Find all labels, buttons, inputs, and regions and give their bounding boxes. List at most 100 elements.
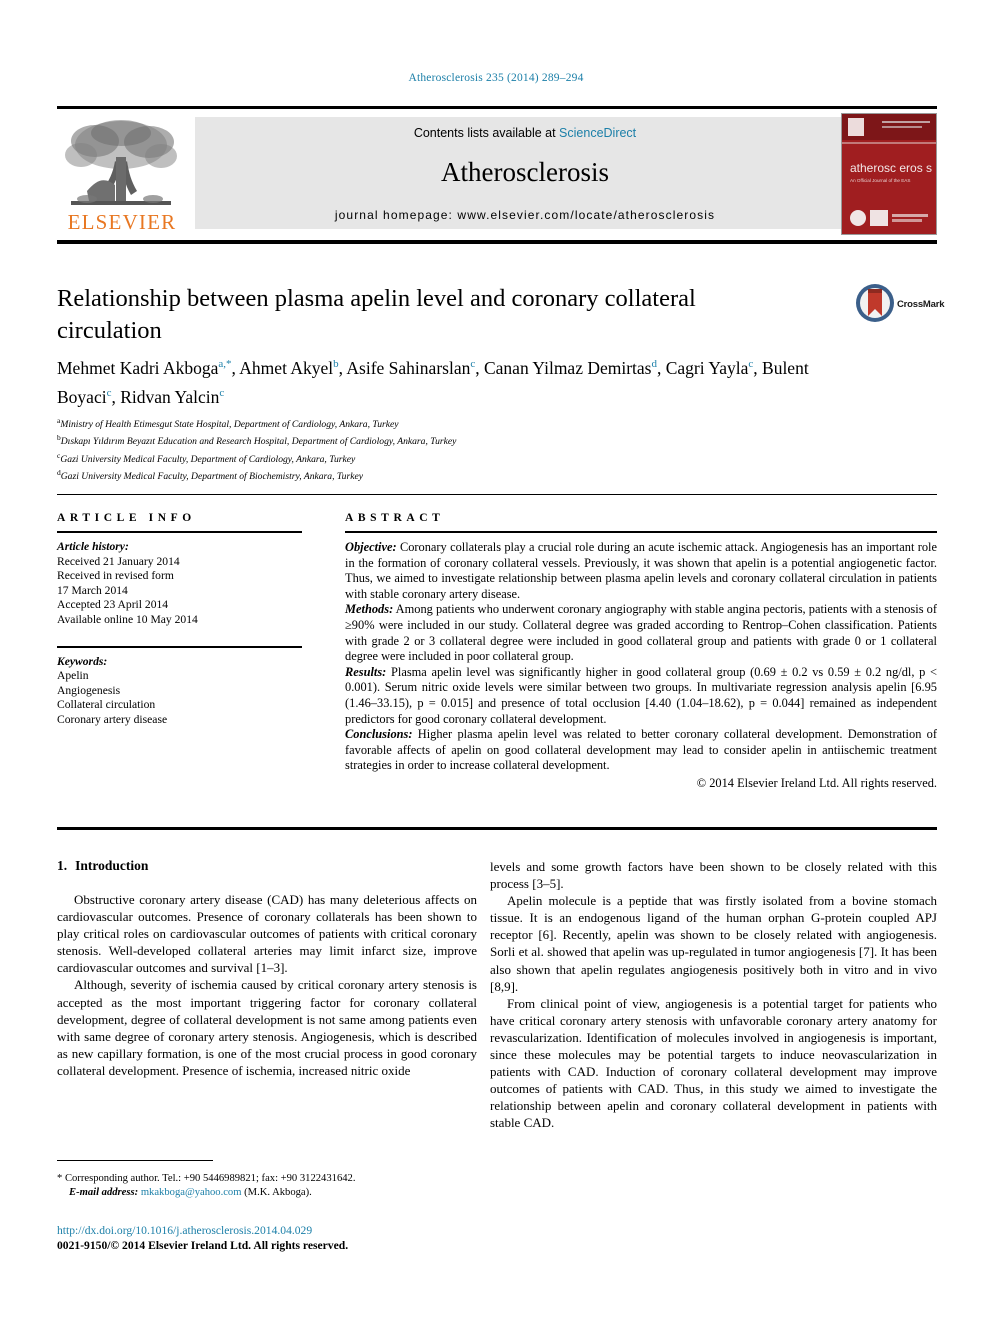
methods-text: Among patients who underwent coronary an…: [345, 602, 937, 664]
contents-prefix: Contents lists available at: [413, 126, 560, 140]
paragraph: Apelin molecule is a peptide that was fi…: [490, 893, 937, 994]
keyword: Angiogenesis: [57, 683, 121, 697]
history-item: Available online 10 May 2014: [57, 612, 198, 626]
paragraph: Although, severity of ischemia caused by…: [57, 977, 477, 1078]
author-affil-mark: a,*: [218, 358, 232, 370]
email-link[interactable]: mkakboga@yahoo.com: [141, 1187, 242, 1198]
author-list: Mehmet Kadri Akbogaa,*, Ahmet Akyelb, As…: [57, 352, 857, 410]
author: Asife Sahinarslanc,: [346, 358, 484, 378]
journal-homepage[interactable]: journal homepage: www.elsevier.com/locat…: [195, 208, 855, 222]
page-title: Relationship between plasma apelin level…: [57, 285, 696, 344]
affiliation-text: Gazi University Medical Faculty, Departm…: [60, 471, 363, 483]
paragraph: levels and some growth factors have been…: [490, 859, 937, 892]
abstract-results: Results: Plasma apelin level was signifi…: [345, 665, 937, 727]
section-heading-introduction: 1. Introduction: [57, 858, 477, 874]
author: Canan Yilmaz Demirtasd,: [484, 358, 666, 378]
introduction-right-text: levels and some growth factors have been…: [490, 858, 937, 1132]
article-info-heading: ARTICLE INFO: [57, 512, 196, 524]
journal-title: Atherosclerosis: [441, 157, 609, 187]
email-label: E-mail address:: [69, 1187, 139, 1198]
email-line: E-mail address: mkakboga@yahoo.com (M.K.…: [57, 1186, 477, 1200]
article-history: Article history: Received 21 January 201…: [57, 540, 302, 628]
paragraph: Obstructive coronary artery disease (CAD…: [57, 892, 477, 976]
paper-page: Atherosclerosis 235 (2014) 289–294 ELSEV…: [0, 0, 992, 1323]
author-name: Canan Yilmaz Demirtas: [483, 357, 652, 378]
doi-link[interactable]: http://dx.doi.org/10.1016/j.atherosclero…: [57, 1223, 497, 1238]
history-item: Received 21 January 2014: [57, 554, 180, 568]
history-label: Article history:: [57, 540, 129, 553]
history-item: Received in revised form: [57, 569, 174, 583]
email-suffix: (M.K. Akboga).: [241, 1187, 312, 1198]
svg-text:atherosc eros s: atherosc eros s: [850, 161, 932, 175]
contents-band: Contents lists available at ScienceDirec…: [195, 117, 855, 229]
author-name: Cagri Yayla: [665, 357, 749, 378]
abstract-heading: ABSTRACT: [345, 512, 445, 524]
doi-block: http://dx.doi.org/10.1016/j.atherosclero…: [57, 1223, 497, 1253]
title-divider: [57, 240, 937, 244]
crossmark-label: CrossMark: [897, 299, 945, 310]
section-title: Introduction: [75, 858, 149, 873]
author-name: Mehmet Kadri Akboga: [57, 357, 219, 378]
paragraph: From clinical point of view, angiogenesi…: [490, 995, 937, 1131]
author-sep: ,: [475, 357, 484, 378]
section-number: 1.: [57, 858, 68, 873]
abstract-methods: Methods: Among patients who underwent co…: [345, 602, 937, 664]
author: Mehmet Kadri Akbogaa,*,: [57, 358, 239, 378]
crossmark-icon: [856, 284, 894, 322]
author-name: Ridvan Yalcin: [120, 386, 220, 407]
conclusions-label: Conclusions:: [345, 727, 413, 742]
keywords-rule: [57, 645, 302, 648]
elsevier-logo: ELSEVIER: [57, 115, 185, 234]
keywords-block: Keywords: Apelin Angiogenesis Collateral…: [57, 655, 302, 728]
keyword: Collateral circulation: [57, 698, 156, 712]
author-sep: ,: [656, 357, 666, 378]
author: Ridvan Yalcinc: [120, 387, 224, 407]
results-label: Results:: [345, 664, 387, 679]
objective-label: Objective:: [345, 540, 397, 554]
abstract-body: Objective: Coronary collaterals play a c…: [345, 540, 937, 792]
corresponding-author-note: * Corresponding author. Tel.: +90 544698…: [57, 1172, 477, 1200]
affiliation: dGazi University Medical Faculty, Depart…: [57, 466, 777, 483]
results-text: Plasma apelin level was significantly hi…: [345, 664, 937, 726]
elsevier-wordmark: ELSEVIER: [67, 210, 177, 234]
author-name: Asife Sahinarslan: [346, 357, 471, 378]
affiliation: bDıskapı Yıldırım Beyazıt Education and …: [57, 431, 777, 448]
affiliation: cGazi University Medical Faculty, Depart…: [57, 449, 777, 466]
running-head: Atherosclerosis 235 (2014) 289–294: [408, 72, 584, 84]
sciencedirect-link[interactable]: ScienceDirect: [559, 126, 636, 140]
objective-text: Coronary collaterals play a crucial role…: [345, 540, 937, 601]
methods-label: Methods:: [345, 602, 394, 617]
author: Ahmet Akyelb,: [239, 358, 346, 378]
introduction-left-text: Obstructive coronary artery disease (CAD…: [57, 891, 477, 1079]
keyword: Coronary artery disease: [57, 712, 168, 726]
cover-art: atherosc eros s An Official Journal of t…: [842, 114, 936, 234]
body-divider: [57, 827, 937, 830]
crossmark-badge[interactable]: CrossMark: [855, 283, 947, 329]
info-divider: [57, 494, 937, 495]
abstract-copyright: © 2014 Elsevier Ireland Ltd. All rights …: [696, 775, 937, 790]
body-column-left: 1. Introduction Obstructive coronary arte…: [57, 858, 477, 1079]
author-affil-mark: c: [219, 386, 225, 399]
affiliation-text: Ministry of Health Etimesgut State Hospi…: [60, 419, 399, 431]
issn-copyright: 0021-9150/© 2014 Elsevier Ireland Ltd. A…: [57, 1239, 349, 1252]
elsevier-tree-icon: [65, 120, 177, 205]
article-info-section: ARTICLE INFO Article history: Received 2…: [57, 512, 302, 728]
affiliation-text: Dıskapı Yıldırım Beyazıt Education and R…: [60, 436, 457, 448]
conclusions-text: Higher plasma apelin level was related t…: [345, 727, 937, 773]
keywords-label: Keywords:: [57, 654, 108, 668]
affiliation-list: aMinistry of Health Etimesgut State Hosp…: [57, 414, 777, 484]
corresponding-line: * Corresponding author. Tel.: +90 544698…: [57, 1173, 356, 1184]
keyword: Apelin: [57, 669, 89, 683]
author: Cagri Yaylac,: [666, 358, 762, 378]
abstract-conclusions: Conclusions: Higher plasma apelin level …: [345, 727, 937, 774]
body-column-right: levels and some growth factors have been…: [490, 858, 937, 1132]
author-name: Ahmet Akyel: [239, 357, 334, 378]
author-sep: ,: [753, 357, 763, 378]
author-sep: ,: [111, 386, 121, 407]
abstract-objective: Objective: Coronary collaterals play a c…: [345, 540, 937, 602]
info-rule: [57, 531, 302, 533]
affiliation: aMinistry of Health Etimesgut State Hosp…: [57, 414, 777, 431]
abstract-section: ABSTRACT Objective: Coronary collaterals…: [345, 512, 937, 792]
affiliation-text: Gazi University Medical Faculty, Departm…: [60, 453, 356, 465]
contents-line: Contents lists available at ScienceDirec…: [195, 126, 855, 140]
